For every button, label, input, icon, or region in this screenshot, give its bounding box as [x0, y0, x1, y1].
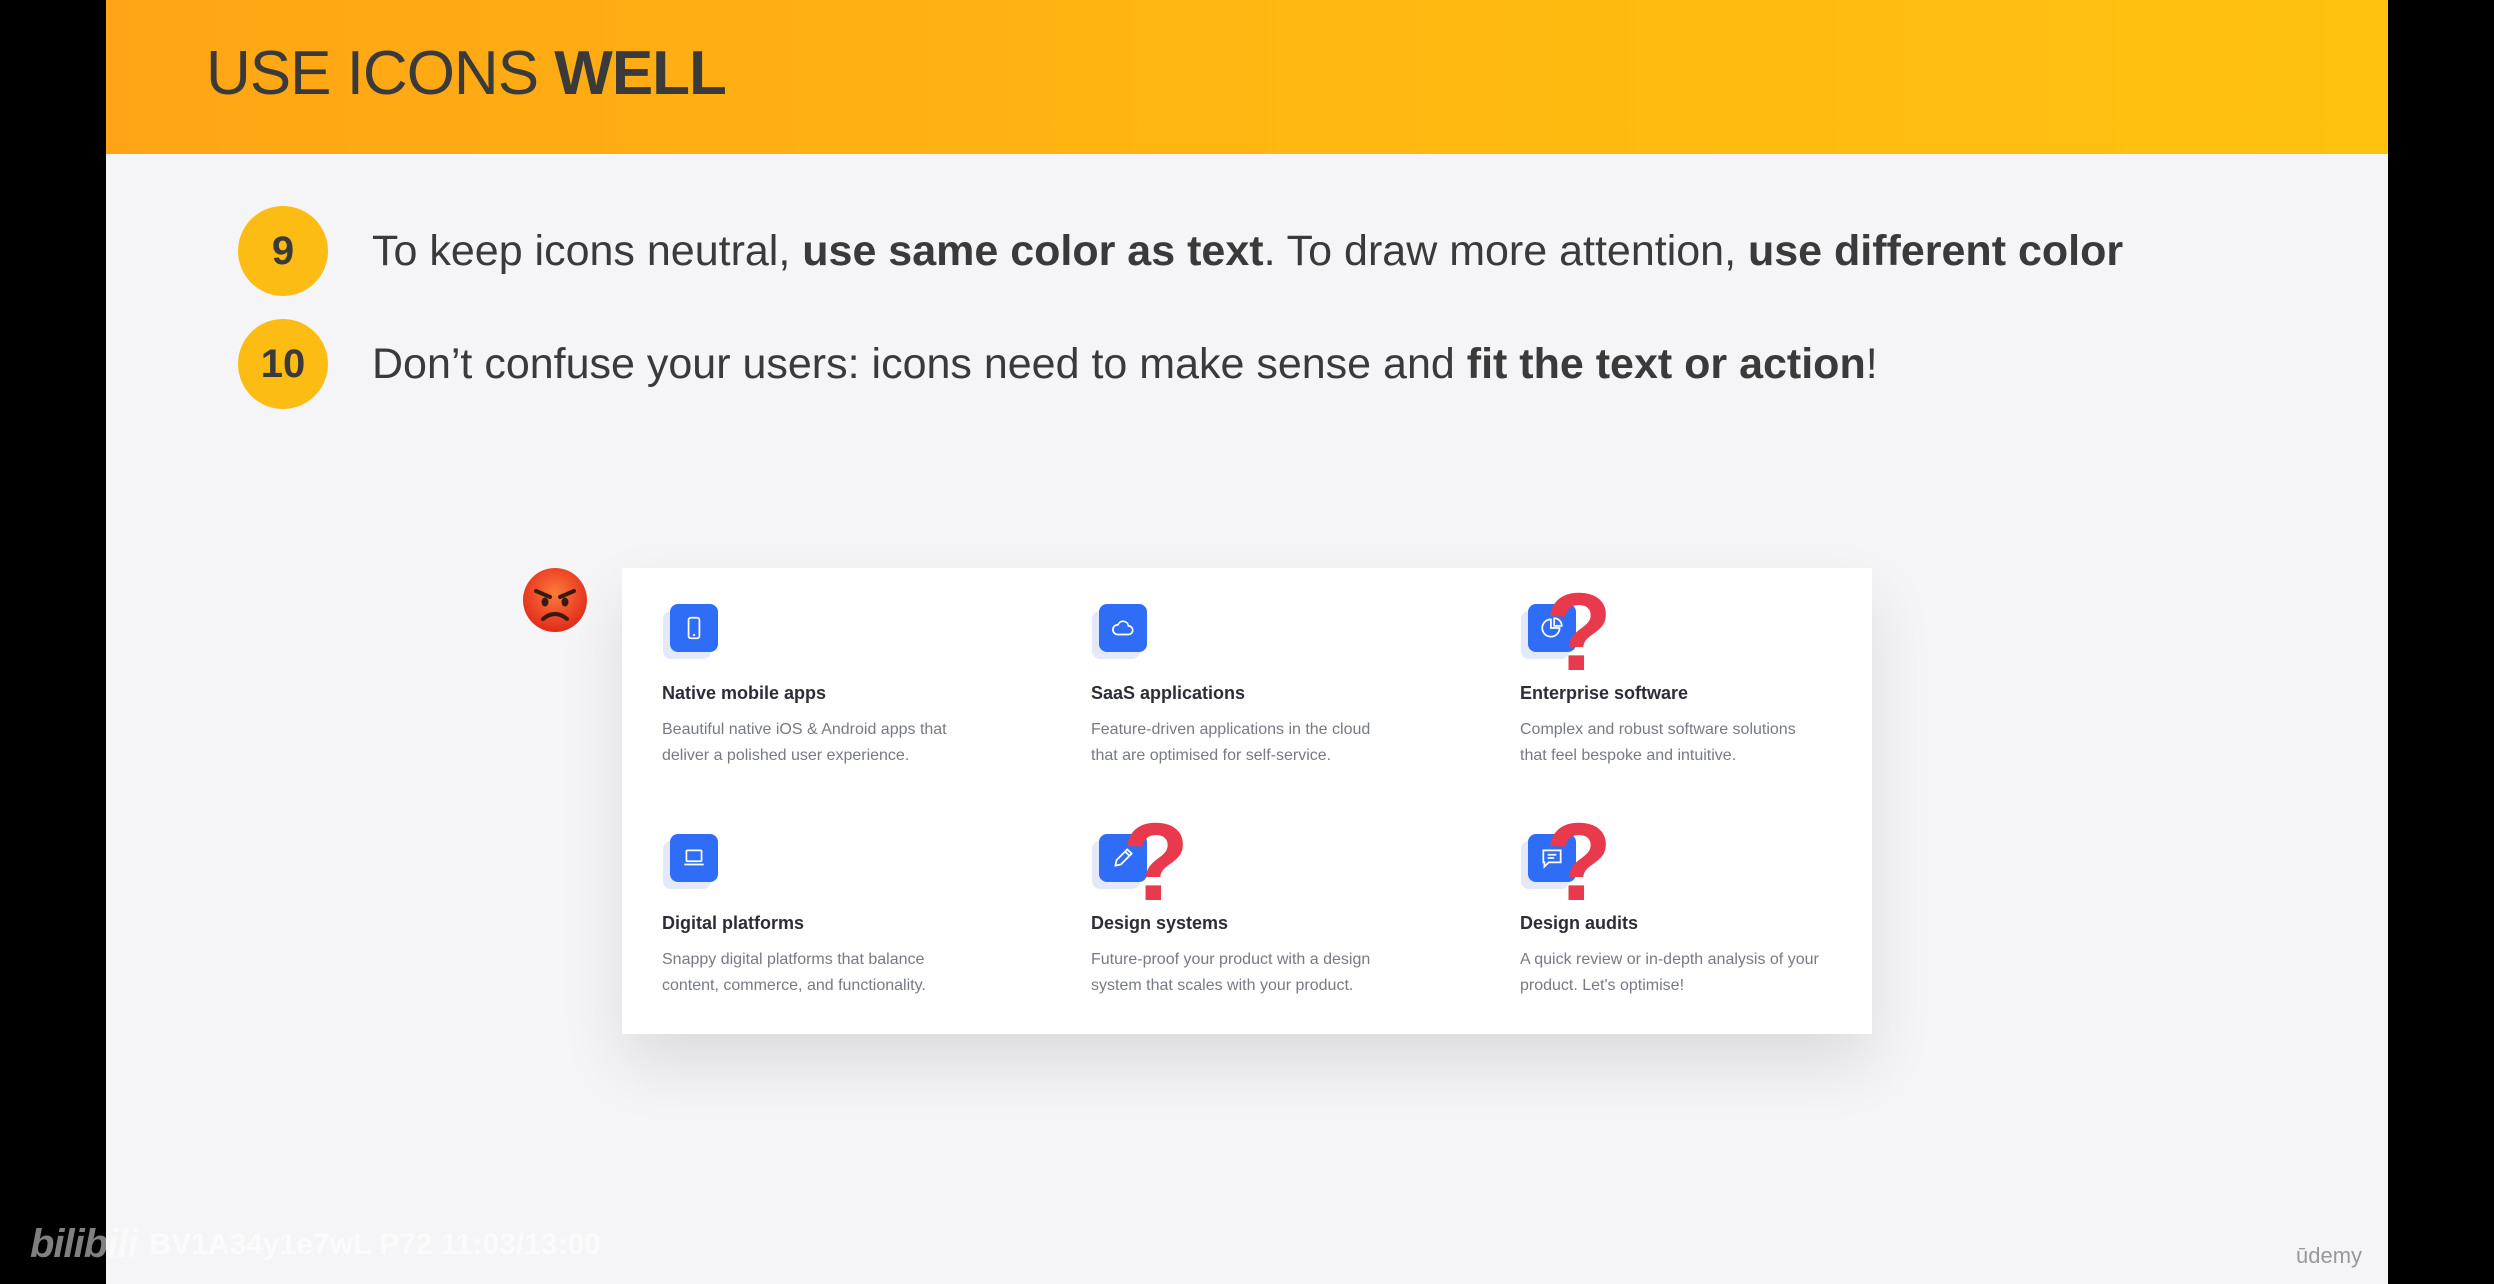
service-description: Beautiful native iOS & Android apps that…	[662, 721, 947, 764]
question-mark-icon: ?	[1545, 801, 1613, 924]
service-description: Snappy digital platforms that balance con…	[662, 951, 926, 994]
video-watermark: bilibili BV1A34y1e7wL P72 11:03/13:00	[30, 1222, 601, 1267]
angry-face-icon	[523, 568, 587, 632]
smartphone-icon	[670, 604, 718, 652]
question-mark-icon: ?	[1545, 571, 1613, 694]
rule-number-badge: 10	[238, 319, 328, 409]
slide: USE ICONS WELL 9 To keep icons neutral, …	[106, 0, 2388, 1284]
laptop-icon	[670, 834, 718, 882]
service-description: Complex and robust software solutions tha…	[1520, 721, 1796, 764]
service-description: Future-proof your product with a design s…	[1091, 951, 1371, 994]
udemy-logo: ūdemy	[2296, 1243, 2363, 1268]
question-mark-icon: ?	[1122, 801, 1190, 924]
rule-text: To keep icons neutral, use same color as…	[372, 226, 2124, 275]
rule-text: Don’t confuse your users: icons need to …	[372, 339, 1878, 388]
rule-9: 9 To keep icons neutral, use same color …	[238, 206, 2348, 296]
services-card: Native mobile apps Beautiful native iOS …	[622, 568, 1872, 1034]
slide-header: USE ICONS WELL	[106, 0, 2388, 154]
bilibili-logo: bilibili	[30, 1222, 139, 1266]
title-light: USE ICONS	[206, 39, 555, 108]
service-title: SaaS applications	[1091, 683, 1246, 703]
slide-title: USE ICONS WELL	[206, 38, 727, 109]
watermark-text: BV1A34y1e7wL P72 11:03/13:00	[149, 1227, 601, 1261]
cloud-icon	[1099, 604, 1147, 652]
title-bold: WELL	[554, 39, 727, 108]
service-title: Native mobile apps	[662, 683, 827, 703]
service-description: Feature-driven applications in the cloud…	[1091, 721, 1371, 764]
service-description: A quick review or in-depth analysis of y…	[1520, 951, 1819, 994]
service-title: Digital platforms	[662, 913, 805, 933]
rule-10: 10 Don’t confuse your users: icons need …	[238, 319, 2348, 409]
rule-number-badge: 9	[238, 206, 328, 296]
